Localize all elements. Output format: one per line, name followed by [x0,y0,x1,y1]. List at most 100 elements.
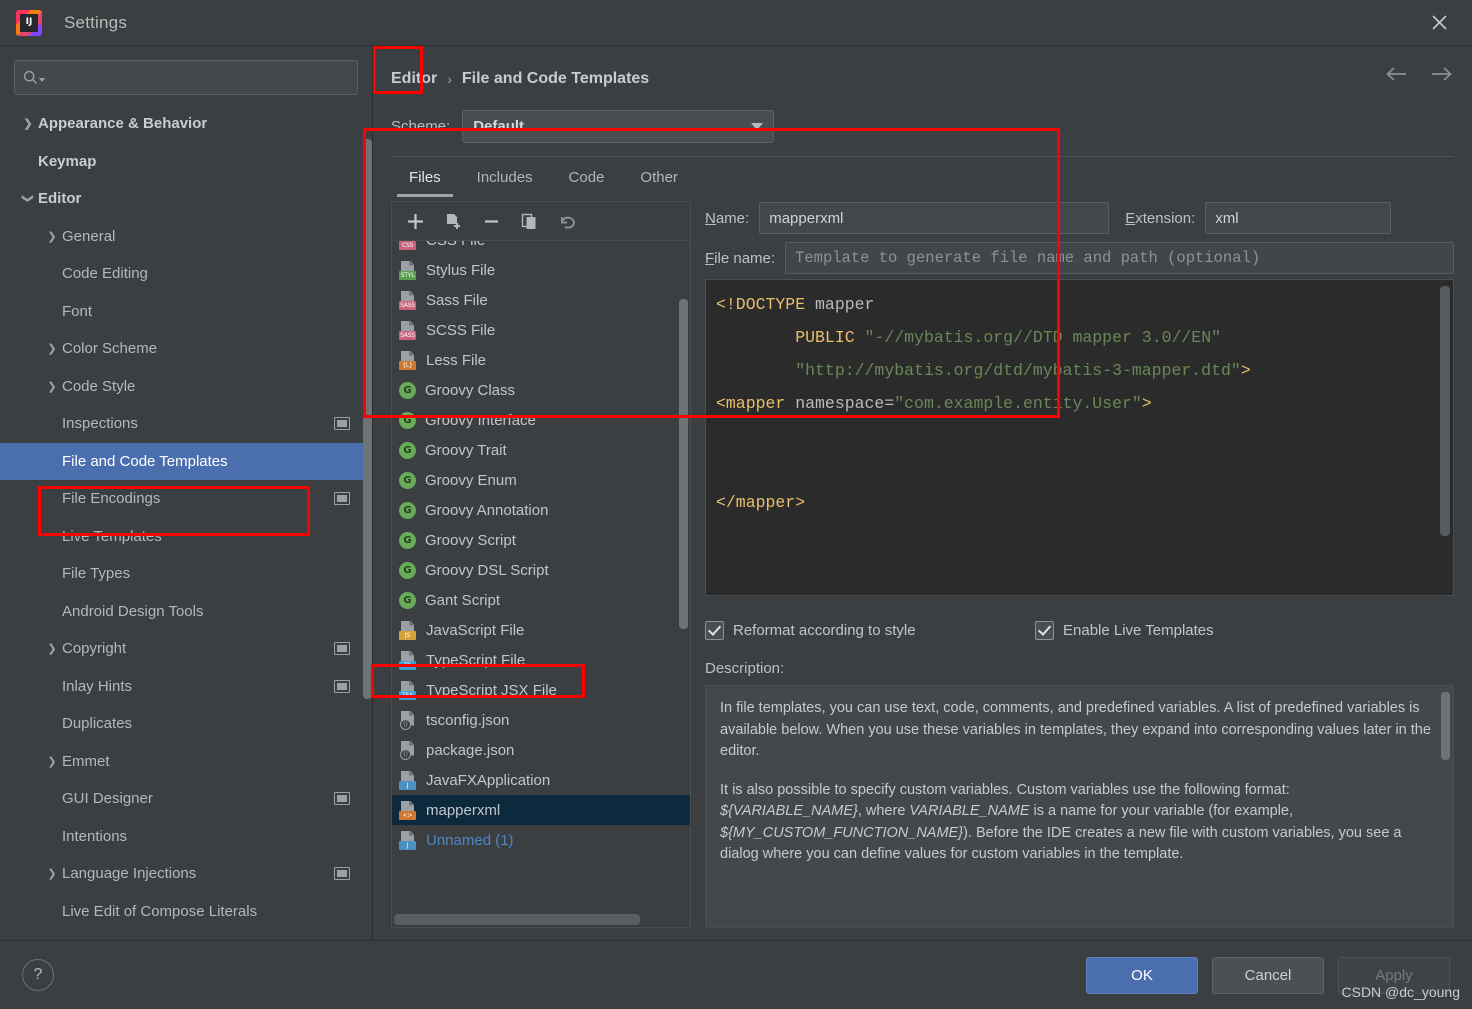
groovy-icon: G [399,501,416,519]
chevron-right-icon: ❯ [23,118,33,131]
window-title: Settings [64,12,128,32]
template-list-item[interactable]: G Groovy Interface [392,405,690,435]
template-list-item[interactable]: G Groovy Enum [392,465,690,495]
sidebar-item-live-templates[interactable]: Live Templates [0,518,372,556]
groovy-icon: G [399,471,416,489]
template-list-item[interactable]: G Gant Script [392,585,690,615]
sidebar-item-intentions[interactable]: Intentions [0,818,372,856]
filename-input[interactable]: Template to generate file name and path … [785,242,1454,274]
description-scrollbar[interactable] [1441,692,1450,760]
template-list[interactable]: CSSCSS FileSTYLStylus FileSASSSass FileS… [392,241,690,855]
template-list-item[interactable]: CSS CSS File [392,241,690,255]
sidebar-item-android-design-tools[interactable]: Android Design Tools [0,593,372,631]
template-list-item[interactable]: G Groovy DSL Script [392,555,690,585]
template-list-item[interactable]: <> mapperxml [392,795,690,825]
copy-template-button[interactable] [436,206,470,236]
sidebar-item-live-edit-of-compose-literals[interactable]: Live Edit of Compose Literals [0,893,372,931]
javascript-file-icon: JS [399,620,417,640]
template-list-item[interactable]: TSX TypeScript JSX File [392,675,690,705]
tab-includes[interactable]: Includes [459,157,551,197]
ok-button[interactable]: OK [1086,956,1198,994]
sidebar-item-label: GUI Designer [62,790,153,808]
live-templates-checkbox[interactable]: Enable Live Templates [1035,620,1214,640]
template-list-item[interactable]: G Groovy Script [392,525,690,555]
sidebar-item-duplicates[interactable]: Duplicates [0,705,372,743]
template-list-item[interactable]: {L} Less File [392,345,690,375]
template-list-item[interactable]: J Unnamed (1) [392,825,690,855]
watermark: CSDN @dc_young [1341,984,1461,1000]
tab-files[interactable]: Files [391,157,459,197]
template-list-item-label: Groovy Interface [425,411,536,429]
template-list-item[interactable]: G Groovy Class [392,375,690,405]
search-box[interactable] [14,60,358,95]
description-box[interactable]: In file templates, you can use text, cod… [705,685,1454,928]
template-list-item-label: Groovy Enum [425,471,517,489]
sidebar-item-editor[interactable]: ❯ Editor [0,180,372,218]
chevron-right-icon: ❯ [47,343,57,356]
sidebar-item-code-editing[interactable]: Code Editing [0,255,372,293]
template-list-item[interactable]: JS JavaScript File [392,615,690,645]
template-list-item-label: Unnamed (1) [426,831,514,849]
reformat-checkbox[interactable]: Reformat according to style [705,620,1035,640]
template-list-item[interactable]: J JavaFXApplication [392,765,690,795]
sidebar-item-keymap[interactable]: Keymap [0,143,372,181]
sidebar-item-label: Android Design Tools [62,602,204,620]
settings-tree[interactable]: ❯ Appearance & Behavior Keymap ❯ Editor ❯ Gene… [0,103,372,940]
cancel-button[interactable]: Cancel [1212,956,1324,994]
editor-scrollbar[interactable] [1440,286,1450,536]
sidebar-item-label: File Types [62,565,131,583]
template-list-hscroll-thumb[interactable] [394,914,640,925]
template-list-item[interactable]: STYL Stylus File [392,255,690,285]
extension-input[interactable]: xml [1205,202,1392,234]
add-template-button[interactable] [398,206,432,236]
chevron-right-icon: ❯ [47,868,57,881]
name-row: Name: mapperxml Extension: xml [705,201,1454,235]
tab-code[interactable]: Code [551,157,623,197]
json-badge-icon: {} [400,718,411,730]
sidebar-item-gui-designer[interactable]: GUI Designer [0,780,372,818]
search-input[interactable] [52,69,349,86]
template-list-item[interactable]: G Groovy Annotation [392,495,690,525]
sidebar-item-label: File and Code Templates [62,452,228,470]
chevron-right-icon: ❯ [47,380,57,393]
arrow-left-icon[interactable] [1384,66,1408,87]
sidebar-item-font[interactable]: Font [0,293,372,331]
template-list-item[interactable]: SASS SCSS File [392,315,690,345]
sidebar-item-inlay-hints[interactable]: Inlay Hints [0,668,372,706]
name-input[interactable]: mapperxml [759,202,1110,234]
tab-other[interactable]: Other [622,157,696,197]
sidebar-item-file-encodings[interactable]: File Encodings [0,480,372,518]
template-list-item[interactable]: TS TypeScript File [392,645,690,675]
sidebar-scrollbar[interactable] [363,139,372,699]
sidebar-item-copyright[interactable]: ❯ Copyright [0,630,372,668]
sidebar-item-file-types[interactable]: File Types [0,555,372,593]
reset-template-button[interactable] [550,206,584,236]
sidebar-item-code-style[interactable]: ❯ Code Style [0,368,372,406]
template-tabs[interactable]: Files Includes Code Other [391,156,1454,197]
close-icon[interactable] [1426,10,1452,36]
template-code-editor[interactable]: <!DOCTYPE mapper PUBLIC "-//mybatis.org/… [705,279,1454,596]
sidebar-item-inspections[interactable]: Inspections [0,405,372,443]
template-list-scrollbar[interactable] [679,299,688,629]
css-file-icon: CSS [399,241,417,250]
template-list-item[interactable]: SASS Sass File [392,285,690,315]
template-list-item[interactable]: G Groovy Trait [392,435,690,465]
scheme-select[interactable]: Default [462,109,775,143]
breadcrumb-root[interactable]: Editor [391,70,437,88]
sidebar-item-emmet[interactable]: ❯ Emmet [0,743,372,781]
remove-template-button[interactable] [474,206,508,236]
arrow-right-icon[interactable] [1430,66,1454,87]
sidebar-item-appearance-behavior[interactable]: ❯ Appearance & Behavior [0,105,372,143]
help-button[interactable]: ? [22,959,54,991]
sidebar-item-file-and-code-templates[interactable]: File and Code Templates [0,442,372,480]
sidebar-item-language-injections[interactable]: ❯ Language Injections [0,855,372,893]
sidebar-item-label: Copyright [62,640,127,658]
template-list-toolbar [391,201,691,240]
duplicate-template-button[interactable] [512,206,546,236]
sidebar-item-general[interactable]: ❯ General [0,218,372,256]
template-list-item[interactable]: {} package.json [392,735,690,765]
sidebar-item-color-scheme[interactable]: ❯ Color Scheme [0,330,372,368]
description-paragraph-2: It is also possible to specify custom va… [720,780,1431,866]
template-list-item[interactable]: {} tsconfig.json [392,705,690,735]
sidebar-item-label: Duplicates [62,715,133,733]
